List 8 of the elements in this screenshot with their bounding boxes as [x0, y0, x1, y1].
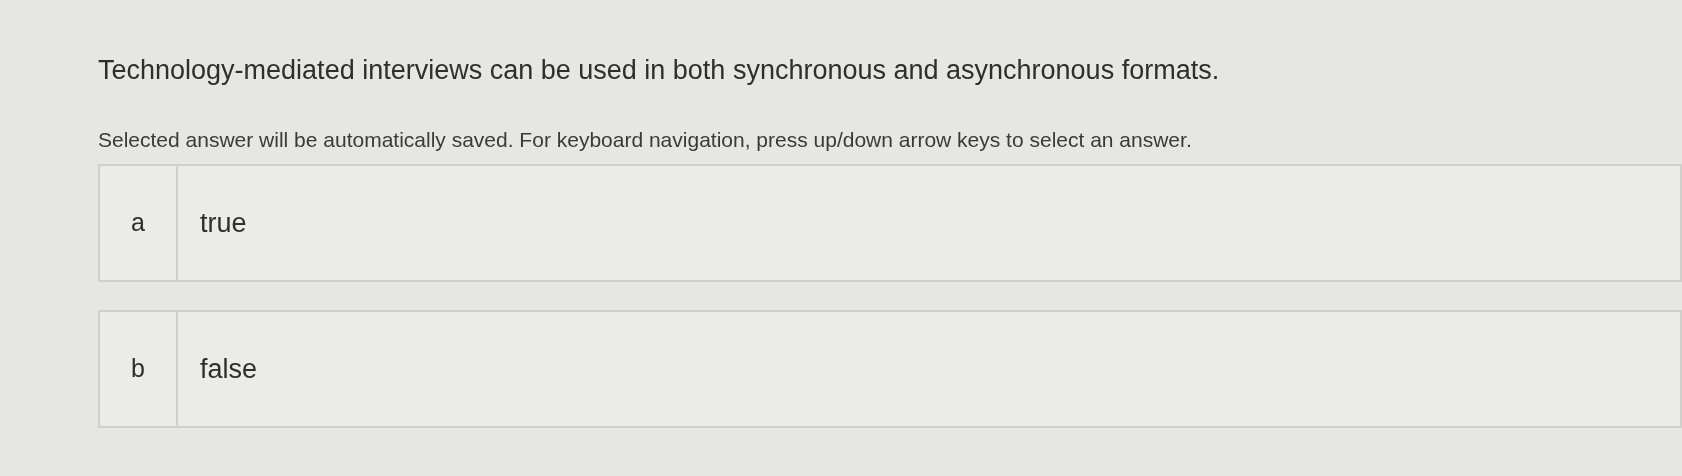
answer-option[interactable]: b false [98, 310, 1682, 428]
option-text: false [199, 352, 258, 386]
instruction-text: Selected answer will be automatically saved. For keyboard navigation, press up/down arrow keys to select an answer. [98, 127, 1193, 153]
option-text: true [199, 206, 247, 240]
question-text: Technology-mediated interviews can be used in both synchronous and asynchronous formats. [98, 54, 1221, 87]
option-letter: b [100, 312, 178, 426]
answer-option[interactable]: a true [98, 164, 1682, 282]
option-letter: a [100, 166, 178, 280]
